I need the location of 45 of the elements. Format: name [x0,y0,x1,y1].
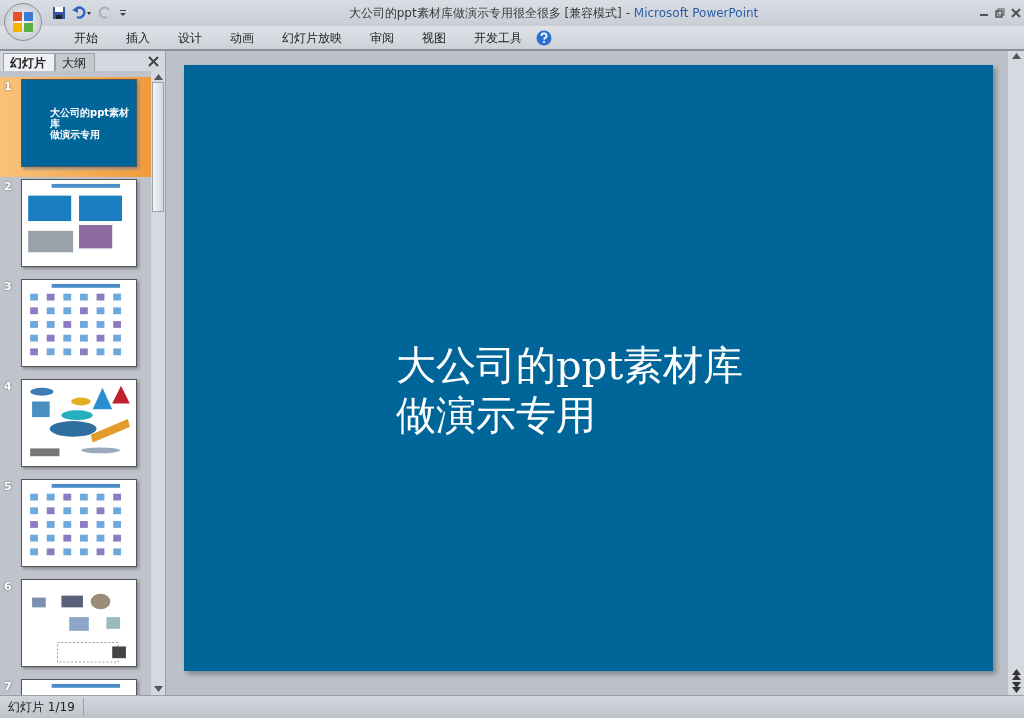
office-button[interactable] [4,3,42,41]
restore-icon[interactable] [995,8,1005,18]
slide-thumbnail[interactable]: 大公司的ppt素材库 做演示专用 [21,79,137,167]
ribbon-tab[interactable]: 幻灯片放映 [268,28,356,47]
save-icon[interactable] [52,6,66,20]
pane-tab[interactable]: 大纲 [55,53,95,71]
thumbnail-title: 做演示专用 [50,128,101,140]
window-title: 大公司的ppt素材库做演示专用很全很多 [兼容模式] - Microsoft PowerPoint [347,5,760,22]
close-icon[interactable] [1011,8,1021,18]
slide-thumbnail[interactable] [21,179,137,267]
slide-indicator: 幻灯片 1/19 [0,698,84,716]
ribbon-tab[interactable]: 动画 [216,28,268,47]
page-nav-icon[interactable] [1011,669,1021,693]
office-logo-icon [11,10,35,34]
scroll-down-icon[interactable] [153,686,163,692]
slide-thumbnail[interactable] [21,479,137,567]
scrollbar[interactable] [151,71,165,695]
slide-number: 7 [4,679,13,695]
ribbon-tab[interactable]: 开发工具 [460,28,536,47]
close-icon[interactable] [148,56,159,67]
slide-thumbnail[interactable] [21,579,137,667]
customize-caret-icon[interactable] [118,8,128,18]
ribbon-tab[interactable]: 视图 [408,28,460,47]
thumbnail-title: 大公司的ppt素材库 [50,106,131,129]
slide-thumbnail[interactable] [21,279,137,367]
slide-title: 大公司的ppt素材库 做演示专用 [396,341,744,440]
help-icon[interactable] [536,29,552,46]
ribbon-tab[interactable]: 设计 [164,28,216,47]
slide-number: 6 [4,579,13,595]
scrollbar[interactable] [1008,51,1024,695]
scroll-thumb[interactable] [152,82,164,212]
pane-tab[interactable]: 幻灯片 [3,53,55,71]
slide-number: 1 [4,79,13,95]
scroll-up-icon[interactable] [1011,53,1021,59]
slide-number: 3 [4,279,13,295]
ribbon-tab[interactable]: 审阅 [356,28,408,47]
slide-thumbnail-item[interactable]: 1 大公司的ppt素材库 做演示专用 [0,77,151,177]
undo-icon[interactable] [72,6,92,20]
slide-number: 5 [4,479,13,495]
slide-number: 4 [4,379,13,395]
ribbon-tab[interactable]: 插入 [112,28,164,47]
slide-number: 2 [4,179,13,195]
slide-thumbnail[interactable] [21,379,137,467]
ribbon-tab[interactable]: 开始 [60,28,112,47]
scroll-up-icon[interactable] [153,74,163,80]
